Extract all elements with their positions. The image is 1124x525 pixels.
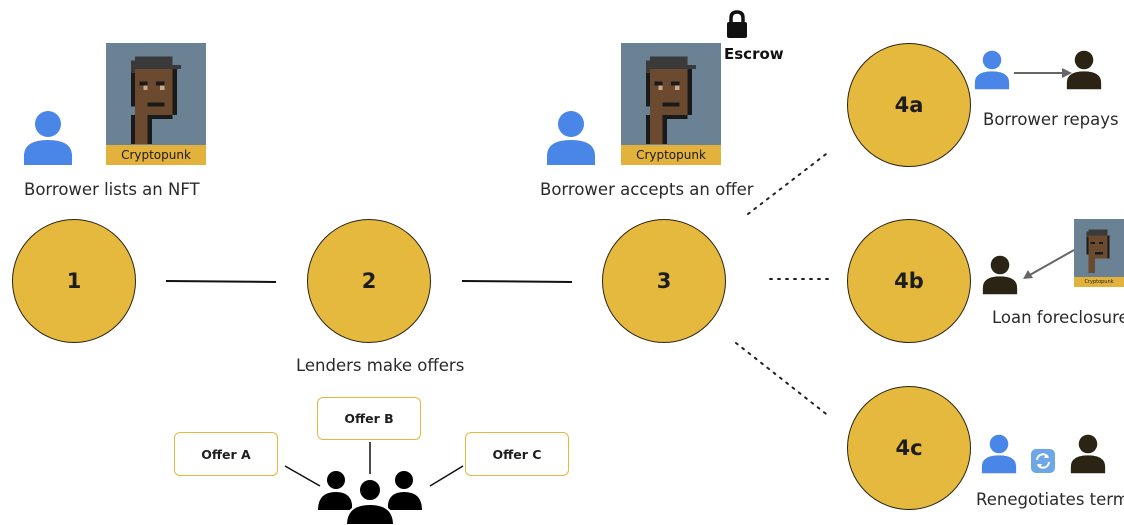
step-2-label: 2 xyxy=(361,269,377,293)
step-4a-circle: 4a xyxy=(847,43,971,167)
borrower-user-icon xyxy=(547,111,595,165)
nft-label: Cryptopunk xyxy=(106,145,206,165)
cryptopunk-image xyxy=(131,56,181,144)
step-2-circle: 2 xyxy=(307,219,431,343)
borrower-user-icon xyxy=(974,50,1010,90)
step-3-label: 3 xyxy=(656,269,672,293)
swap-icon xyxy=(1031,449,1055,473)
cryptopunk-nft-card-small: Cryptopunk xyxy=(1074,219,1124,287)
caption-renegotiates: Renegotiates terms xyxy=(976,490,1124,509)
borrower-user-icon xyxy=(24,111,72,165)
connector-2-3 xyxy=(461,280,573,283)
offer-a-link xyxy=(284,465,321,487)
caption-borrower-accepts: Borrower accepts an offer xyxy=(540,180,754,199)
step-4a-label: 4a xyxy=(894,93,924,117)
cryptopunk-image xyxy=(1086,229,1110,273)
step-4c-label: 4c xyxy=(895,436,923,460)
cryptopunk-image xyxy=(646,56,696,144)
step-4c-circle: 4c xyxy=(847,386,971,510)
cryptopunk-nft-card: Cryptopunk xyxy=(106,43,206,165)
escrow-label: Escrow xyxy=(724,45,784,63)
arrow-icon xyxy=(1014,68,1072,78)
lender-user-icon xyxy=(982,255,1018,295)
caption-loan-foreclosure: Loan foreclosure xyxy=(992,308,1124,327)
lender-user-icon xyxy=(1066,50,1102,90)
nft-label-small: Cryptopunk xyxy=(1074,277,1124,287)
cryptopunk-nft-card-escrow: Cryptopunk xyxy=(621,43,721,165)
connector-1-2 xyxy=(165,280,277,283)
offer-a-box: Offer A xyxy=(174,432,278,476)
caption-lenders-offer: Lenders make offers xyxy=(296,356,465,375)
nft-label: Cryptopunk xyxy=(621,145,721,165)
borrower-user-icon xyxy=(981,434,1017,474)
connector-3-4a xyxy=(747,150,831,215)
step-4b-label: 4b xyxy=(894,269,924,293)
step-4b-circle: 4b xyxy=(847,219,971,343)
lock-icon xyxy=(727,10,747,38)
connector-3-4c xyxy=(735,342,831,418)
step-1-circle: 1 xyxy=(12,219,136,343)
lender-user-icon xyxy=(1070,434,1106,474)
offer-b-box: Offer B xyxy=(317,397,421,440)
caption-borrower-repays: Borrower repays xyxy=(983,110,1119,129)
caption-borrower-lists: Borrower lists an NFT xyxy=(24,180,200,199)
step-3-circle: 3 xyxy=(602,219,726,343)
lenders-group-icon xyxy=(318,471,422,525)
offer-c-box: Offer C xyxy=(465,432,569,476)
step-1-label: 1 xyxy=(66,269,82,293)
arrow-icon xyxy=(1023,249,1075,279)
offer-c-link xyxy=(429,465,464,487)
